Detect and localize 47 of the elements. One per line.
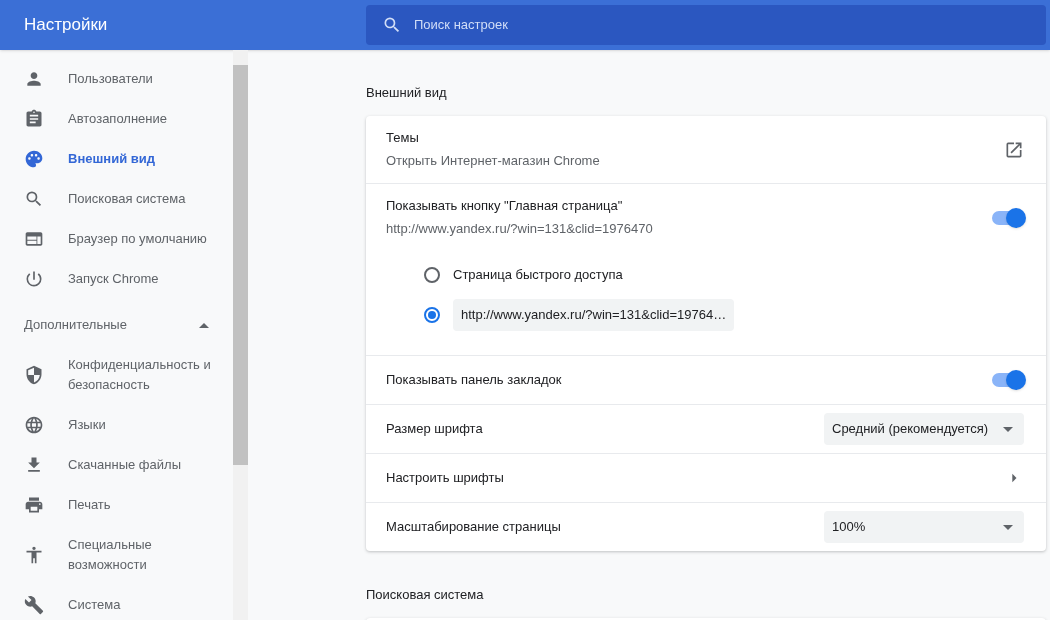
setting-label: Масштабирование страницы bbox=[386, 518, 561, 536]
sidebar-item[interactable]: Автозаполнение bbox=[0, 99, 233, 139]
search-field[interactable]: Поиск настроек bbox=[366, 5, 1046, 45]
shield-icon bbox=[24, 365, 44, 385]
section-heading: Поисковая система bbox=[366, 586, 485, 604]
sidebar-item[interactable]: Поисковая система bbox=[0, 179, 233, 219]
scrollbar[interactable] bbox=[233, 50, 248, 620]
sidebar-item[interactable]: Браузер по умолчанию bbox=[0, 219, 233, 259]
setting-description: http://www.yandex.ru/?win=131&clid=1976470 bbox=[386, 220, 653, 238]
radio-button[interactable] bbox=[424, 267, 440, 283]
dropdown-caret-icon bbox=[1003, 524, 1013, 530]
setting-label: Размер шрифта bbox=[386, 420, 483, 438]
power-icon bbox=[24, 269, 44, 289]
sidebar-item[interactable]: Внешний вид bbox=[0, 139, 233, 179]
printer-icon bbox=[24, 495, 44, 515]
toggle-switch[interactable] bbox=[992, 373, 1024, 387]
section-heading: Внешний вид bbox=[366, 84, 448, 102]
url-input-field[interactable]: http://www.yandex.ru/?win=131&clid=19764… bbox=[453, 299, 735, 331]
search-icon bbox=[382, 15, 402, 35]
palette-icon bbox=[24, 149, 44, 169]
dropdown-caret-icon bbox=[1003, 426, 1013, 432]
sidebar-item[interactable]: Запуск Chrome bbox=[0, 259, 233, 299]
sidebar-item[interactable]: Языки bbox=[0, 405, 233, 445]
sidebar-item[interactable]: Конфиденциальность и безопасность bbox=[0, 345, 233, 405]
setting-label: Темы bbox=[386, 129, 420, 147]
sidebar-item[interactable]: Скачанные файлы bbox=[0, 445, 233, 485]
page-title: Настройки bbox=[23, 14, 109, 37]
toggle-switch[interactable] bbox=[992, 210, 1024, 225]
advanced-section-toggle[interactable]: Дополнительные bbox=[0, 305, 233, 345]
setting-description: Открыть Интернет-магазин Chrome bbox=[386, 152, 600, 170]
radio-button[interactable] bbox=[424, 307, 440, 323]
accessibility-icon bbox=[24, 545, 44, 565]
dropdown-select[interactable]: 100% bbox=[824, 511, 1024, 543]
wrench-icon bbox=[24, 595, 44, 615]
sidebar-item[interactable]: Система bbox=[0, 585, 233, 620]
sidebar-item[interactable]: Печать bbox=[0, 485, 233, 525]
clipboard-icon bbox=[24, 109, 44, 129]
radio-label: Страница быстрого доступа bbox=[453, 266, 623, 285]
globe-icon bbox=[24, 415, 44, 435]
sidebar-item[interactable]: Пользователи bbox=[0, 59, 233, 99]
setting-label: Показывать панель закладок bbox=[386, 371, 562, 389]
setting-label: Настроить шрифты bbox=[386, 469, 504, 487]
browser-window-icon bbox=[24, 229, 44, 249]
dropdown-select[interactable]: Средний (рекомендуется) bbox=[824, 413, 1024, 445]
search-icon bbox=[24, 189, 44, 209]
setting-label: Показывать кнопку "Главная страница" bbox=[386, 197, 624, 215]
sidebar-item[interactable]: Специальные возможности bbox=[0, 525, 233, 585]
